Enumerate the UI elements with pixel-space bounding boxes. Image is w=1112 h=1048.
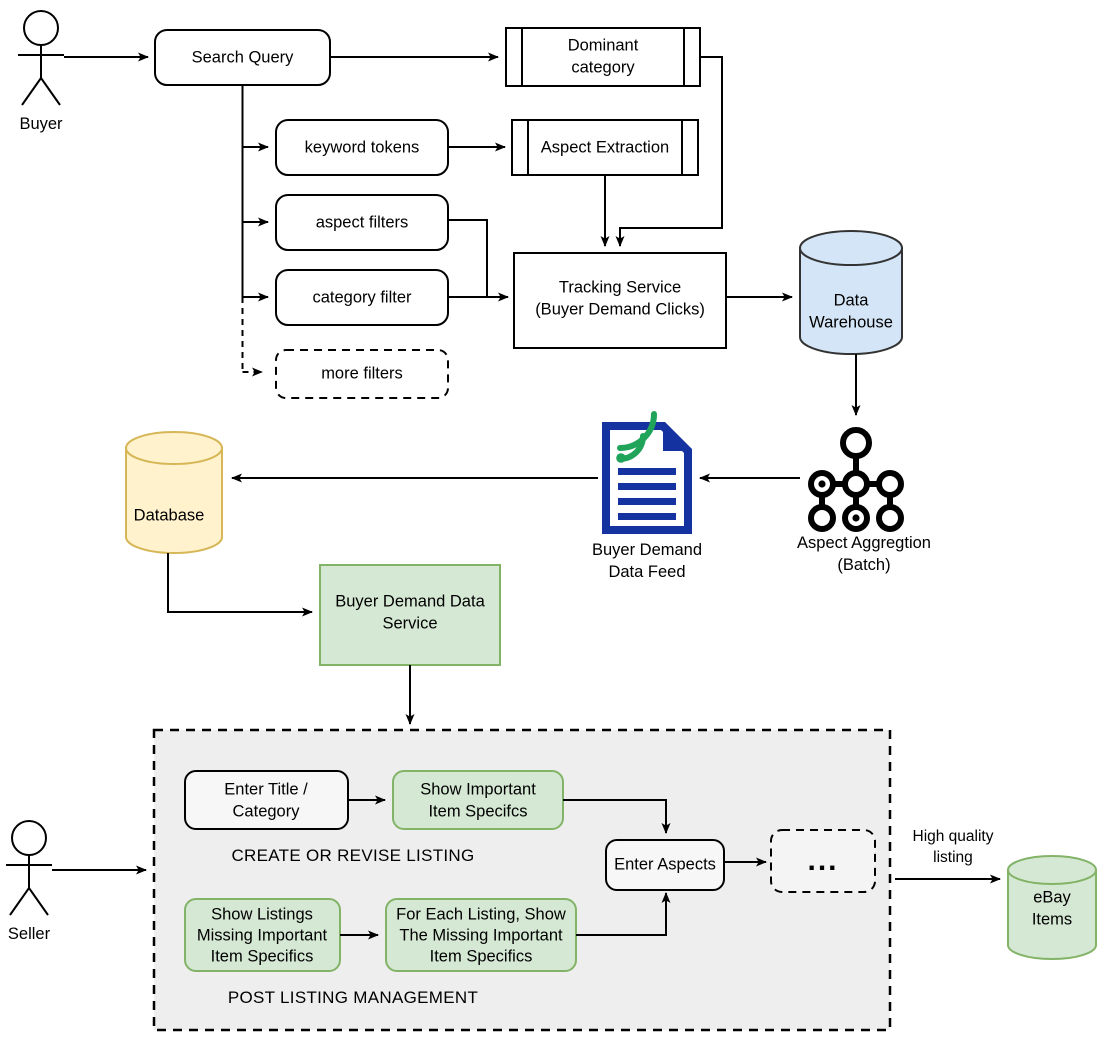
aspect-aggregation-label-line1: Aspect Aggregtion (797, 534, 931, 552)
seller-leg-right-icon (28, 887, 49, 916)
node-aspect-extraction[interactable]: Aspect Extraction (511, 119, 699, 176)
node-enter-title-category[interactable]: Enter Title / Category (184, 770, 349, 830)
node-aspect-aggregation[interactable]: Aspect Aggregtion (Batch) (797, 427, 931, 574)
aspect-aggregation-label-line2: (Batch) (837, 556, 890, 574)
category-filter-label: category filter (312, 288, 412, 306)
enter-aspects-label: Enter Aspects (614, 855, 716, 873)
dominant-category-line1: Dominant (568, 36, 639, 54)
node-for-each-listing[interactable]: For Each Listing, Show The Missing Impor… (385, 898, 577, 972)
seller-leg-left-icon (9, 887, 30, 916)
node-show-important-item-specifics[interactable]: Show Important Item Specifcs (392, 770, 564, 830)
search-query-label: Search Query (192, 48, 295, 66)
enter-title-label-line2: Category (233, 802, 301, 820)
node-more-filters[interactable]: more filters (275, 349, 449, 399)
data-warehouse-label-line2: Warehouse (809, 313, 893, 331)
enter-title-label-line1: Enter Title / (224, 780, 308, 798)
rss-dot-icon (616, 453, 626, 463)
node-data-warehouse[interactable]: Data Warehouse (799, 230, 903, 355)
feed-doc-fold-icon (663, 424, 690, 451)
more-filters-label: more filters (321, 364, 403, 382)
ellipsis-label: ... (807, 844, 838, 877)
edge-aspect-filters-to-tracking (448, 219, 488, 297)
show-listings-label-line2: Missing Important (197, 926, 328, 944)
node-ellipsis-placeholder[interactable]: ... (770, 829, 876, 893)
tracking-service-label-line2: (Buyer Demand Clicks) (535, 300, 705, 318)
create-or-revise-listing-label: CREATE OR REVISE LISTING (231, 846, 474, 865)
feed-label-line2: Data Feed (608, 563, 685, 581)
database-label: Database (134, 506, 205, 524)
dominant-category-line2: category (571, 58, 635, 76)
node-tracking-service[interactable]: Tracking Service (Buyer Demand Clicks) (513, 252, 727, 349)
edge-database-to-bd-data-service (167, 553, 313, 617)
database-top (125, 431, 223, 465)
bd-data-service-label-line2: Service (382, 614, 437, 632)
node-keyword-tokens[interactable]: keyword tokens (275, 119, 449, 176)
node-show-listings-missing[interactable]: Show Listings Missing Important Item Spe… (184, 898, 341, 972)
dominant-category-text-group: Dominant category (524, 30, 682, 84)
for-each-label-line2: The Missing Important (399, 926, 563, 944)
show-important-label-line1: Show Important (420, 780, 536, 798)
seller-head-icon (11, 820, 47, 856)
actor-buyer: Buyer (18, 10, 64, 133)
seller-label: Seller (8, 925, 51, 943)
for-each-label-line3: Item Specifics (430, 947, 533, 965)
ebay-items-label-line2: Items (1032, 910, 1072, 928)
node-buyer-demand-data-service[interactable]: Buyer Demand Data Service (319, 564, 501, 666)
buyer-head-icon (23, 10, 59, 46)
buyer-label: Buyer (19, 115, 63, 133)
tracking-service-label-line1: Tracking Service (559, 278, 681, 296)
show-listings-label-line1: Show Listings (211, 905, 313, 923)
node-search-query[interactable]: Search Query (154, 29, 331, 86)
node-graph-circles-icon (808, 427, 904, 532)
post-listing-management-label: POST LISTING MANAGEMENT (228, 988, 478, 1007)
buyer-leg-right-icon (40, 77, 61, 106)
node-enter-aspects[interactable]: Enter Aspects (605, 839, 725, 891)
buyer-leg-left-icon (21, 77, 42, 106)
feed-label-line1: Buyer Demand (592, 541, 702, 559)
node-category-filter[interactable]: category filter (275, 269, 449, 326)
data-warehouse-label-line1: Data (834, 291, 870, 309)
diagram-canvas: Buyer Search Query keyword tokens aspect… (0, 0, 1112, 1048)
ebay-items-label-line1: eBay (1033, 888, 1071, 906)
bd-data-service-label-line1: Buyer Demand Data (335, 592, 485, 610)
show-important-label-line2: Item Specifcs (428, 802, 527, 820)
aspect-filters-label: aspect filters (316, 213, 409, 231)
node-aspect-filters[interactable]: aspect filters (275, 194, 449, 251)
ebay-items-top (1007, 855, 1097, 885)
for-each-label-line1: For Each Listing, Show (396, 905, 566, 923)
node-buyer-demand-data-feed[interactable]: Buyer Demand Data Feed (592, 411, 702, 581)
actor-seller: Seller (6, 820, 52, 943)
show-listings-label-line3: Item Specifics (211, 947, 314, 965)
node-database[interactable]: Database (125, 431, 223, 554)
high-quality-listing-label-line1: High quality (913, 828, 994, 845)
data-warehouse-top (799, 230, 903, 266)
high-quality-listing-label-line2: listing (933, 849, 973, 866)
keyword-tokens-label: keyword tokens (305, 138, 420, 156)
aspect-extraction-label: Aspect Extraction (541, 138, 669, 156)
node-ebay-items[interactable]: eBay Items (1007, 855, 1097, 960)
